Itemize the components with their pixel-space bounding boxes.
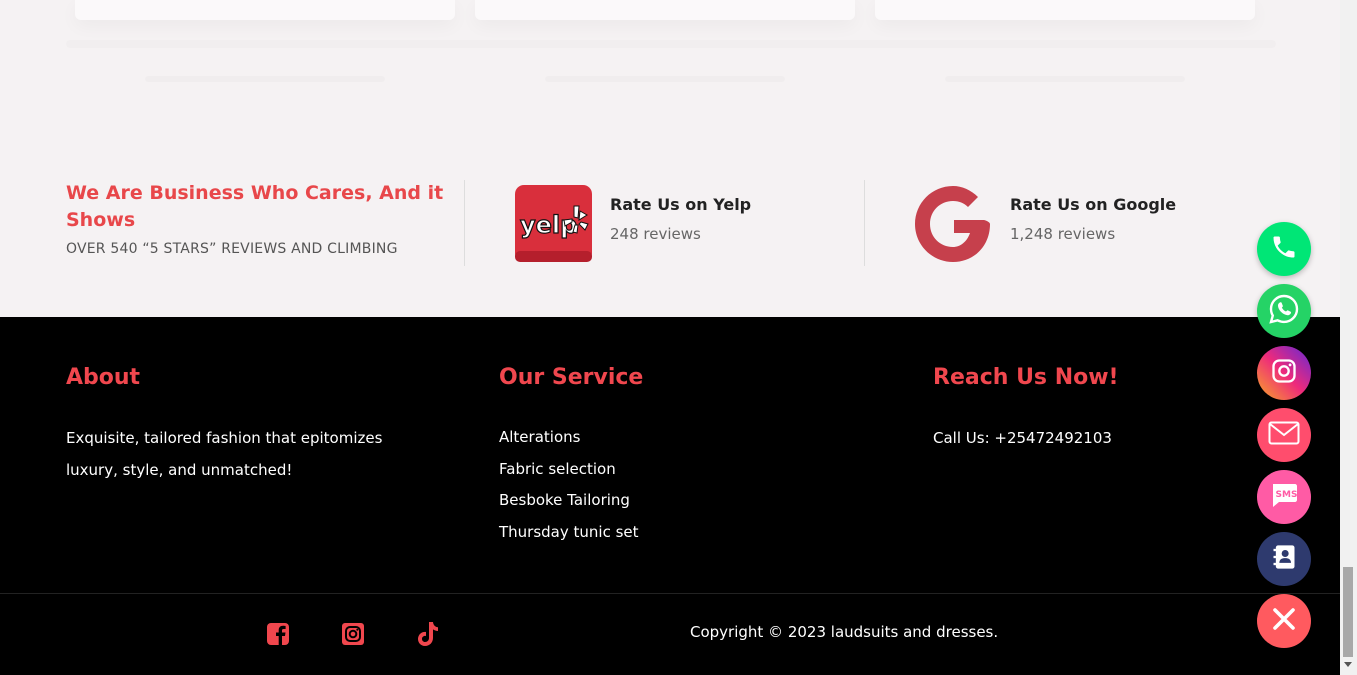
card-shadow <box>66 40 1276 48</box>
service-card <box>875 0 1255 20</box>
svg-text:yelp: yelp <box>520 211 577 239</box>
yelp-rate-link[interactable]: Rate Us on Yelp <box>610 195 751 214</box>
card-placeholder-line <box>145 76 385 82</box>
reviews-section: We Are Business Who Cares, And it Shows … <box>0 150 1340 317</box>
service-card <box>475 0 855 20</box>
google-rate-link[interactable]: Rate Us on Google <box>1010 195 1176 214</box>
google-logo-icon[interactable] <box>914 185 991 262</box>
phone-button[interactable] <box>1257 222 1311 276</box>
service-link-thursday-tunic-set[interactable]: Thursday tunic set <box>499 523 639 541</box>
card-placeholder-line <box>545 76 785 82</box>
scrollbar-thumb[interactable] <box>1343 567 1353 657</box>
card-placeholder-line <box>945 76 1185 82</box>
sms-button[interactable]: SMS <box>1257 470 1311 524</box>
tiktok-icon[interactable] <box>413 619 443 649</box>
about-text-line: luxury, style, and unmatched! <box>66 461 293 479</box>
reviews-title: We Are Business Who Cares, And it Shows <box>66 182 444 231</box>
service-link-fabric-selection[interactable]: Fabric selection <box>499 460 616 478</box>
scroll-down-arrow-icon[interactable] <box>1344 662 1352 667</box>
divider <box>864 180 865 266</box>
reviews-subtitle: OVER 540 “5 STARS” REVIEWS AND CLIMBING <box>66 241 398 257</box>
call-us-text[interactable]: Call Us: +25472492103 <box>933 422 1112 454</box>
svg-text:SMS: SMS <box>1276 490 1298 500</box>
about-text-line: Exquisite, tailored fashion that epitomi… <box>66 429 383 447</box>
email-button[interactable] <box>1257 408 1311 462</box>
contacts-icon <box>1270 543 1298 575</box>
about-title: About <box>66 365 141 390</box>
divider <box>464 180 465 266</box>
footer: About Exquisite, tailored fashion that e… <box>0 317 1340 675</box>
google-review-count: 1,248 reviews <box>1010 225 1116 243</box>
copyright-text: Copyright © 2023 laudsuits and dresses. <box>690 623 999 641</box>
service-link-alterations[interactable]: Alterations <box>499 428 580 446</box>
whatsapp-button[interactable] <box>1257 284 1311 338</box>
mail-icon <box>1268 421 1300 449</box>
scrollbar[interactable] <box>1340 0 1357 675</box>
yelp-review-count: 248 reviews <box>610 225 701 243</box>
instagram-icon[interactable] <box>338 619 368 649</box>
phone-icon <box>1270 233 1298 265</box>
service-title: Our Service <box>499 365 644 390</box>
reach-title: Reach Us Now! <box>933 365 1119 390</box>
instagram-icon <box>1270 357 1298 389</box>
close-icon <box>1271 606 1297 636</box>
instagram-button[interactable] <box>1257 346 1311 400</box>
facebook-icon[interactable] <box>263 619 293 649</box>
service-card <box>75 0 455 20</box>
service-link-besboke-tailoring[interactable]: Besboke Tailoring <box>499 491 630 509</box>
yelp-logo-icon[interactable]: yelp <box>515 185 592 262</box>
sms-icon: SMS <box>1269 480 1299 514</box>
whatsapp-icon <box>1268 293 1300 329</box>
page: We Are Business Who Cares, And it Shows … <box>0 0 1340 675</box>
contacts-button[interactable] <box>1257 532 1311 586</box>
close-button[interactable] <box>1257 594 1311 648</box>
footer-divider <box>0 593 1340 594</box>
